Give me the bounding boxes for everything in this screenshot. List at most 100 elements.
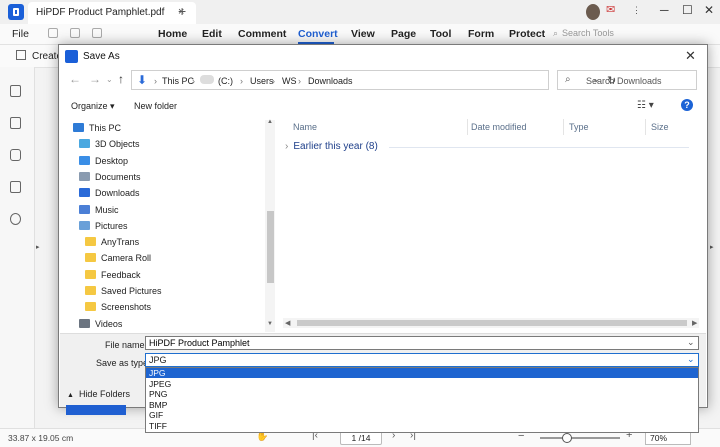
app-title-bar: HiPDF Product Pamphlet.pdf × + ✉ ⋮ ─ ☐ ✕ [0, 0, 720, 24]
folder-tree-item[interactable]: This PC [73, 123, 121, 140]
bookmark-icon[interactable] [10, 117, 21, 129]
folder-tree-item[interactable]: Feedback [85, 269, 141, 287]
right-panel-arrow-icon[interactable]: ▸ [710, 243, 714, 251]
notification-icon[interactable]: ✉ [606, 3, 615, 16]
folder-tree-item[interactable]: 3D Objects [79, 139, 140, 156]
folder-tree-item[interactable]: Screenshots [85, 302, 151, 319]
column-date-modified[interactable]: Date modified [471, 122, 527, 132]
save-as-type-dropdown-icon[interactable]: ⌄ [687, 354, 695, 365]
save-as-type-option[interactable]: GIF [146, 410, 698, 420]
comment-icon[interactable] [10, 149, 21, 161]
save-icon[interactable] [70, 28, 80, 38]
folder-tree-label: Videos [95, 318, 123, 329]
file-name-input[interactable] [145, 336, 699, 350]
hide-folders-button[interactable]: ▲ Hide Folders [67, 389, 130, 399]
column-divider[interactable] [467, 119, 468, 135]
column-divider[interactable] [645, 119, 646, 135]
save-as-type-option[interactable]: TIFF [146, 421, 698, 431]
folder-tree-item[interactable]: Documents [79, 171, 141, 189]
folder-tree-label: Screenshots [101, 302, 152, 313]
column-size[interactable]: Size [651, 122, 669, 132]
file-list-header: Name Date modified Type Size [285, 119, 699, 135]
address-bar[interactable]: ⬇ › This PC › (C:) › Users › WS › Downlo… [131, 70, 616, 90]
menu-view[interactable]: View [351, 28, 375, 40]
breadcrumb-downloads[interactable]: Downloads [308, 76, 353, 86]
file-name-dropdown-icon[interactable]: ⌄ [687, 337, 695, 348]
overflow-icon[interactable]: ⋮ [632, 5, 641, 16]
scroll-right-icon[interactable]: ▶ [692, 319, 697, 327]
folder-tree-item[interactable]: Downloads [79, 188, 140, 205]
folder-tree-item[interactable]: Camera Roll [85, 253, 151, 270]
attachment-icon[interactable] [10, 181, 21, 193]
menu-page[interactable]: Page [391, 28, 416, 40]
folder-icon [85, 237, 96, 247]
save-as-type-select[interactable]: JPG [145, 353, 699, 367]
minimize-button[interactable]: ─ [660, 3, 669, 17]
menu-home[interactable]: Home [158, 28, 187, 40]
close-window-button[interactable]: ✕ [704, 3, 714, 17]
page-number-field[interactable]: 1 /14 [340, 431, 382, 445]
save-as-type-option[interactable]: BMP [146, 400, 698, 410]
menu-convert[interactable]: Convert [298, 28, 338, 40]
folder-tree-item[interactable]: Pictures [79, 220, 128, 238]
group-divider [389, 147, 689, 148]
file-list-scroll-thumb[interactable] [297, 320, 687, 326]
save-as-type-option[interactable]: JPEG [146, 379, 698, 389]
dialog-close-button[interactable]: ✕ [685, 48, 696, 64]
music-icon [79, 204, 90, 214]
file-group-label: Earlier this year (8) [293, 141, 378, 152]
zoom-slider-thumb[interactable] [562, 433, 572, 443]
thumbnails-icon[interactable] [10, 85, 21, 97]
zoom-slider[interactable] [540, 437, 620, 439]
folder-tree-label: Music [95, 204, 119, 215]
folder-tree-scroll-thumb[interactable] [267, 211, 274, 283]
save-as-type-option[interactable]: PNG [146, 389, 698, 399]
menu-protect[interactable]: Protect [509, 28, 545, 40]
help-icon[interactable]: ? [681, 99, 693, 111]
breadcrumb-users[interactable]: Users [250, 76, 274, 86]
recent-locations-icon[interactable]: ⌄ [106, 75, 113, 84]
menu-tool[interactable]: Tool [430, 28, 451, 40]
folder-tree-item[interactable]: Desktop [79, 155, 128, 173]
menu-form[interactable]: Form [468, 28, 494, 40]
file-group-header[interactable]: › Earlier this year (8) [285, 141, 378, 152]
scroll-up-icon[interactable]: ▲ [267, 119, 273, 125]
new-file-icon[interactable] [48, 28, 58, 38]
breadcrumb-drive[interactable]: (C:) [218, 76, 233, 86]
avatar[interactable] [586, 4, 600, 20]
folder-tree-item[interactable]: Saved Pictures [85, 286, 162, 303]
search-tools-input[interactable]: Search Tools [562, 28, 614, 38]
scroll-down-icon[interactable]: ▼ [267, 321, 273, 327]
organize-menu-button[interactable]: Organize ▾ [71, 101, 115, 112]
up-folder-icon[interactable]: ↑ [118, 72, 124, 86]
pictures-icon [79, 220, 90, 230]
column-type[interactable]: Type [569, 122, 589, 132]
zoom-level-select[interactable]: 70% [645, 431, 691, 445]
convert-button-partial[interactable] [66, 405, 126, 415]
column-divider[interactable] [563, 119, 564, 135]
view-options-icon[interactable]: ☷ ▾ [637, 100, 654, 111]
maximize-button[interactable]: ☐ [682, 3, 693, 17]
download-icon [79, 188, 90, 198]
breadcrumb-this-pc[interactable]: This PC [162, 76, 194, 86]
back-arrow-icon[interactable]: ← [69, 72, 81, 86]
menu-edit[interactable]: Edit [202, 28, 222, 40]
search-downloads-input[interactable]: ⌕ Search Downloads [557, 70, 697, 90]
column-name[interactable]: Name [293, 122, 317, 132]
scroll-left-icon[interactable]: ◀ [285, 319, 290, 327]
menu-file[interactable]: File [12, 28, 29, 40]
breadcrumb-ws[interactable]: WS [282, 76, 297, 86]
print-icon[interactable] [92, 28, 102, 38]
folder-tree-item[interactable]: Music [79, 204, 119, 222]
new-tab-button[interactable]: + [178, 3, 186, 19]
save-as-type-option[interactable]: JPG [146, 368, 698, 379]
menu-comment[interactable]: Comment [238, 28, 286, 40]
folder-tree-item[interactable]: Videos [79, 318, 123, 331]
new-folder-button[interactable]: New folder [134, 101, 177, 111]
expand-panel-icon[interactable]: ▸ [36, 243, 40, 251]
forward-arrow-icon[interactable]: → [89, 72, 101, 86]
folder-tree-item[interactable]: AnyTrans [85, 237, 139, 254]
folder-tree-label: Feedback [101, 269, 141, 280]
search-icon[interactable] [10, 213, 21, 225]
document-tab[interactable]: HiPDF Product Pamphlet.pdf × [28, 2, 196, 24]
